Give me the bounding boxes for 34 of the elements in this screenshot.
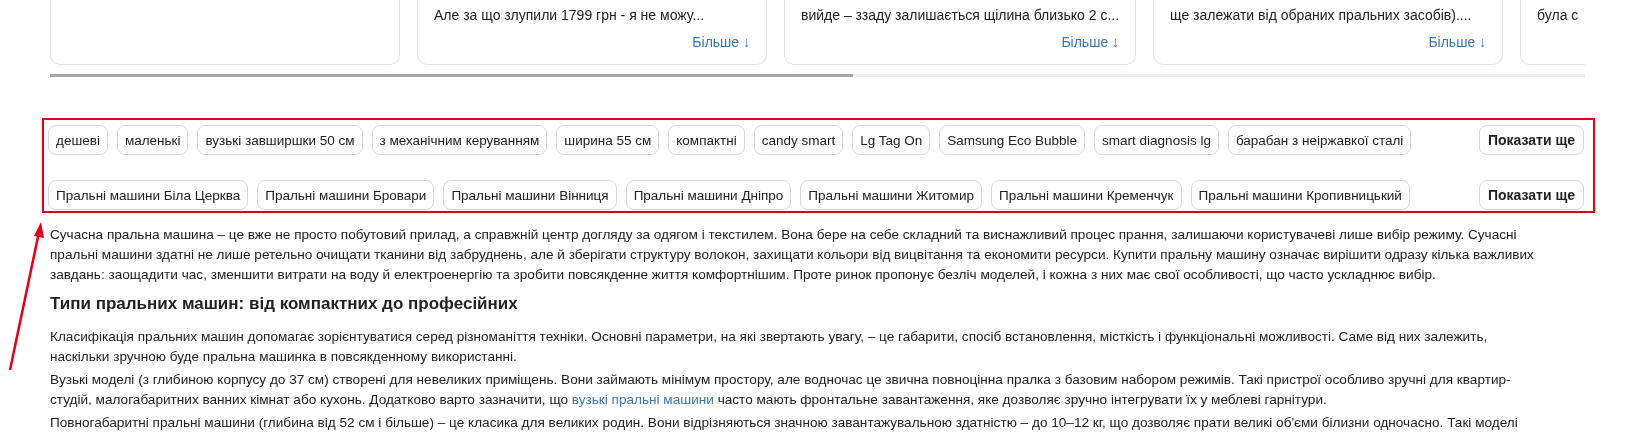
- paragraph: Сучасна пральна машина – це вже не просто побутовий прилад, а справжній центр догляду за одягом і текстилем. Вона бере на себе складний та виснажливий процес прання, залишаючи користувачеві лише вибір режиму. Сучасні пральні машини здатні не лише ретельно очищати тканини від забруднень, але й зберігати структуру волокон, захищати кольори від вицвітання та економити ресурси. Купити пральну машину означає вирішити одразу кілька важливих завдань: заощадити час, зменшити витрати на воду й електроенергію та зробити повсякденне життя комфортнішим. Проте ринок пропонує безліч моделей, і кожна з них має свої особливості, що часто ускладнює вибір.: [50, 226, 1535, 284]
- tag-chip[interactable]: маленькі: [116, 125, 189, 155]
- tag-chip[interactable]: Пральні машини Вінниця: [443, 180, 617, 210]
- tag-chip[interactable]: Пральні машини Кропивницький: [1190, 180, 1410, 210]
- tag-chip[interactable]: Пральні машини Дніпро: [625, 180, 792, 210]
- tag-chip[interactable]: дешеві: [48, 125, 108, 155]
- paragraph: Повногабаритні пральні машини (глибина від 52 см і більше) – це класика для великих родин. Вони відрізняються значною завантажувальною здатністю – до 10–12 кг, що дозволяє прати великі об'єми білизни одночасно. Такі моделі: [50, 414, 1519, 432]
- tag-chip[interactable]: компактні: [668, 125, 745, 155]
- more-link[interactable]: Більше ↓: [1061, 33, 1120, 51]
- tag-chip[interactable]: ширина 55 см: [556, 125, 660, 155]
- review-text: ще залежати від обраних пральних засобів)....: [1170, 6, 1473, 25]
- tag-chip[interactable]: вузькі завширшки 50 см: [197, 125, 363, 155]
- more-link[interactable]: Більше ↓: [1428, 33, 1487, 51]
- tag-chip[interactable]: smart diagnosis lg: [1094, 125, 1219, 155]
- show-more-button[interactable]: Показати ще: [1478, 125, 1584, 155]
- review-text: Але за що злупили 1799 грн - я не можу...: [434, 6, 706, 25]
- inline-link[interactable]: вузькі пральні машини: [571, 392, 714, 407]
- tag-chip[interactable]: Пральні машини Житомир: [800, 180, 982, 210]
- tag-chip[interactable]: Пральні машини Бровари: [257, 180, 435, 210]
- scrollbar-thumb[interactable]: [50, 74, 853, 77]
- show-more-button[interactable]: Показати ще: [1478, 180, 1584, 210]
- tag-chip[interactable]: Lg Tag On: [852, 125, 931, 155]
- paragraph: Вузькі моделі (з глибиною корпусу до 37 см) створені для невеликих приміщень. Вони займають мінімум простору, але водночас це звична повноцінна пралка з базовим набором режимів. Такі пристрої особливо зручні для квартир-студій, малогабаритних ванних кімнат або кухонь. Додатково варто зазначити, що вузькі пральні машини часто мають фронтальне завантаження, яке дозволяє зручно інтегрувати їх у меблеві гарнітури.: [50, 371, 1512, 409]
- tag-chip[interactable]: candy smart: [753, 125, 844, 155]
- tag-chip[interactable]: барабан з неіржавкої сталі: [1227, 125, 1412, 155]
- tag-chip[interactable]: Пральні машини Біла Церква: [48, 180, 249, 210]
- tag-chip[interactable]: з механічним керуванням: [371, 125, 548, 155]
- review-text: була с: [1537, 6, 1580, 25]
- section-heading: Типи пральних машин: від компактних до професійних: [50, 293, 519, 315]
- paragraph: Класифікація пральних машин допомагає зорієнтуватися серед різноманіття техніки. Основні параметри, на які звертають увагу, – це габарити, спосіб встановлення, місткість і функціональні можливості. Саме від них залежить, наскільки зручною буде пральна машинка в повсякденному використанні.: [50, 328, 1489, 366]
- tag-chip[interactable]: Samsung Eco Bubble: [939, 125, 1086, 155]
- more-link[interactable]: Більше ↓: [692, 33, 750, 51]
- tag-chip[interactable]: Пральні машини Кременчук: [990, 180, 1182, 210]
- review-text: вийде – ззаду залишається щілина близько 2 с...: [801, 6, 1120, 25]
